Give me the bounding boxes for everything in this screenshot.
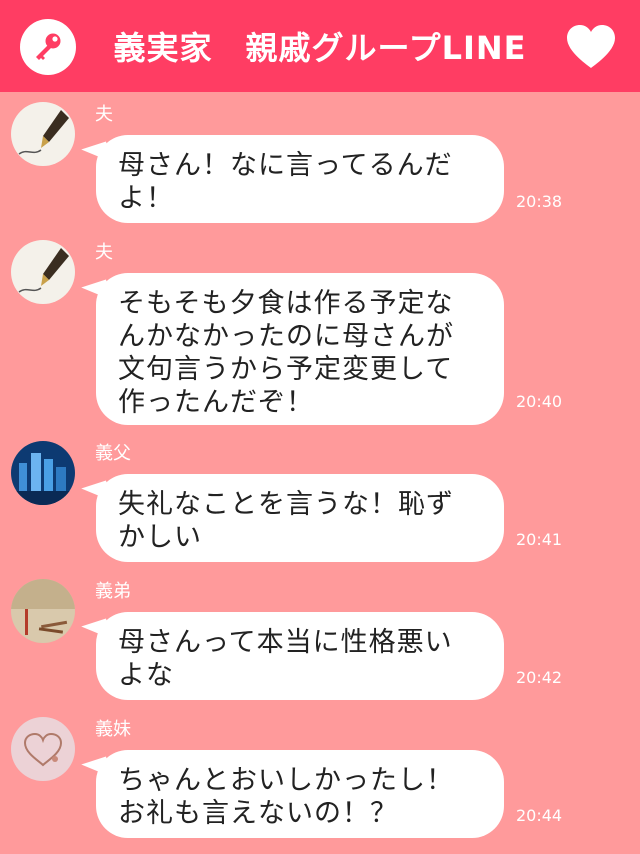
message-text: 母さん！なに言ってるんだ よ！ (118, 150, 453, 214)
avatar-fountain-pen[interactable] (11, 102, 75, 166)
bubble-tail (81, 279, 113, 309)
bubble-tail (81, 756, 113, 786)
sender-name: 夫 (95, 242, 113, 263)
bubble-tail (81, 480, 113, 510)
avatar-necklace-heart[interactable] (11, 717, 75, 781)
chat-header: 義実家 親戚グループLINE (0, 0, 640, 92)
message-text: 失礼なことを言うな！恥ず かしい (118, 489, 454, 553)
avatar-fountain-pen[interactable] (11, 240, 75, 304)
sender-name: 夫 (95, 104, 113, 125)
message-text: そもそも夕食は作る予定な んかなかったのに母さんが 文句言うから予定変更して 作… (118, 288, 454, 418)
sender-name: 義父 (95, 443, 131, 464)
message-bubble[interactable]: 母さん！なに言ってるんだ よ！ (81, 135, 504, 223)
message-time: 20:41 (516, 530, 563, 549)
sender-name: 義弟 (95, 581, 131, 602)
message-text: 母さんって本当に性格悪い よな (118, 627, 453, 691)
message-text: ちゃんとおいしかったし！ お礼も言えないの！？ (118, 765, 454, 829)
message-time: 20:38 (516, 192, 563, 211)
key-icon (36, 33, 61, 60)
heart-icon (567, 25, 615, 68)
key-button[interactable] (20, 19, 76, 75)
message-bubble[interactable]: 失礼なことを言うな！恥ず かしい (81, 474, 504, 562)
bubble-tail (81, 141, 113, 171)
chat-title: 義実家 親戚グループLINE (113, 29, 527, 67)
message-bubble[interactable]: そもそも夕食は作る予定な んかなかったのに母さんが 文句言うから予定変更して 作… (81, 273, 504, 425)
sender-name: 義妹 (95, 719, 131, 740)
message-bubble[interactable]: 母さんって本当に性格悪い よな (81, 612, 504, 700)
message-time: 20:42 (516, 668, 563, 687)
message-time: 20:40 (516, 392, 563, 411)
favorite-button[interactable] (562, 18, 620, 76)
message-time: 20:44 (516, 806, 563, 825)
avatar-city-night[interactable] (11, 441, 75, 505)
bubble-tail (81, 618, 113, 648)
message-bubble[interactable]: ちゃんとおいしかったし！ お礼も言えないの！？ (81, 750, 504, 838)
avatar-matches[interactable] (11, 579, 75, 643)
